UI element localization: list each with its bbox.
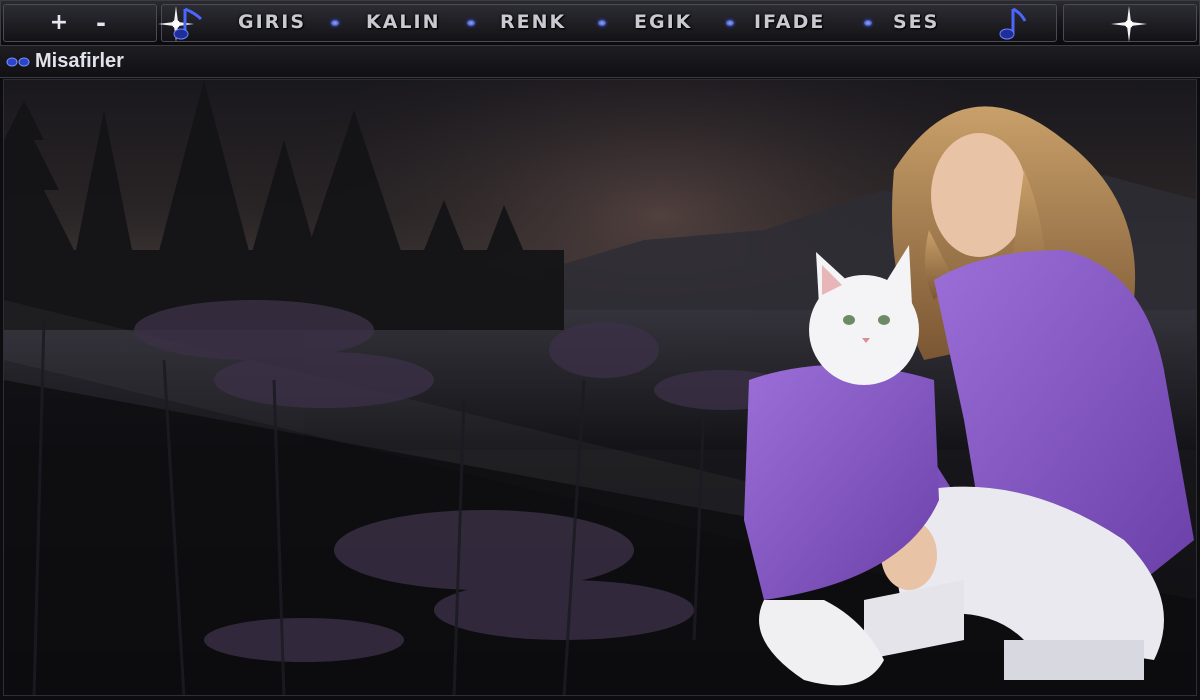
music-note-icon	[999, 7, 1027, 40]
separator-dot	[726, 20, 734, 26]
zoom-out-button[interactable]: -	[86, 8, 116, 38]
nav-item-giris[interactable]: GIRIS	[238, 11, 306, 33]
top-toolbar: + - GIRIS KALIN RENK EGIK IFADE SES	[0, 0, 1200, 46]
separator-dot	[598, 20, 606, 26]
separator-dot	[467, 20, 475, 26]
separator-dot	[864, 20, 872, 26]
nav-item-ifade[interactable]: IFADE	[754, 11, 825, 33]
room-title[interactable]: Misafirler	[35, 50, 124, 73]
users-icon	[6, 57, 30, 67]
scene-artwork	[4, 80, 1196, 695]
nav-item-egik[interactable]: EGIK	[634, 11, 692, 33]
sparkle-icon	[1111, 6, 1147, 42]
music-note-icon	[173, 7, 203, 40]
background-illustration	[3, 79, 1197, 696]
room-bar: Misafirler	[0, 46, 1200, 78]
nav-item-ses[interactable]: SES	[893, 11, 939, 33]
zoom-in-button[interactable]: +	[44, 8, 74, 38]
zoom-controls: + -	[3, 4, 157, 42]
separator-dot	[331, 20, 339, 26]
nav-item-kalin[interactable]: KALIN	[366, 11, 441, 33]
nav-item-renk[interactable]: RENK	[500, 11, 566, 33]
